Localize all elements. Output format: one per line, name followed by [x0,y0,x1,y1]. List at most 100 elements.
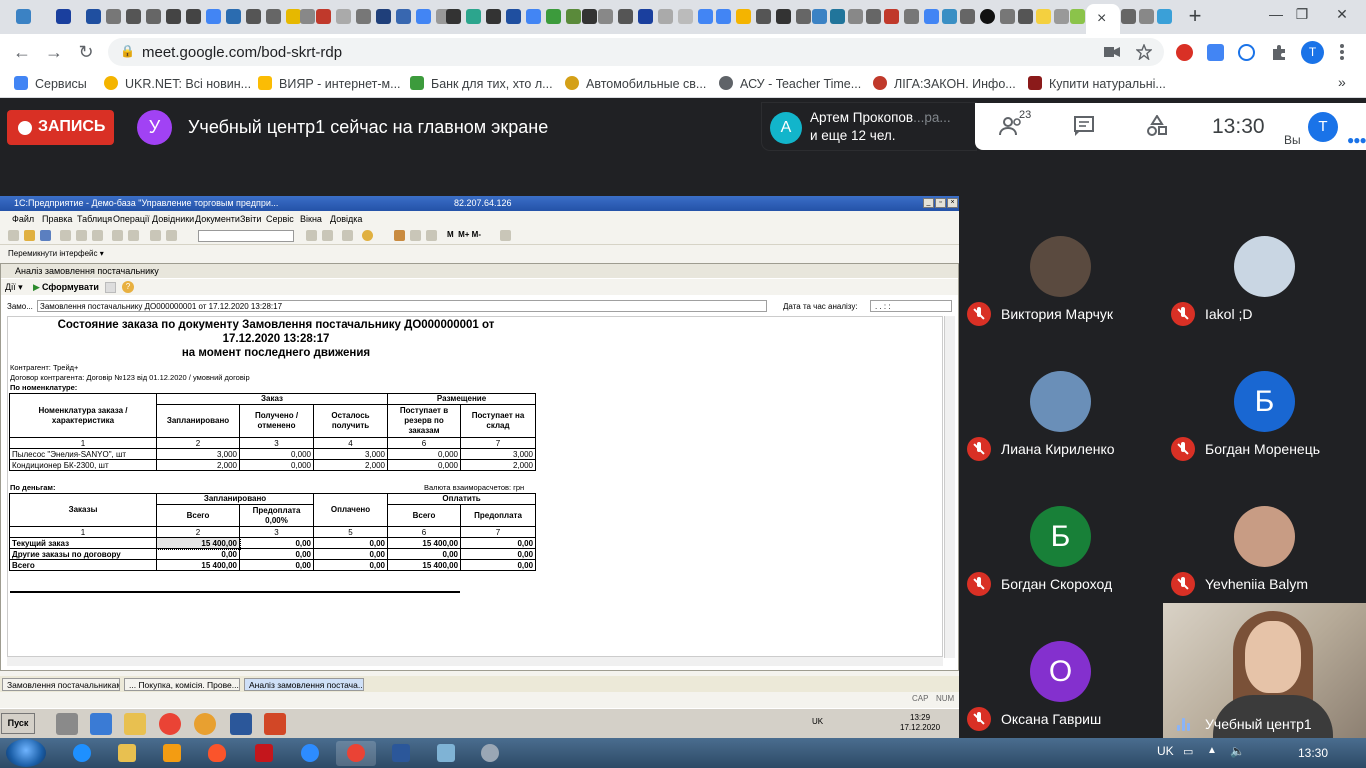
recording-button[interactable]: ЗАПИСЬ [7,110,114,145]
calculator-icon[interactable] [410,230,421,241]
report-spreadsheet[interactable]: Состояние заказа по документу Замовлення… [7,316,943,658]
self-camera-tile[interactable]: Учебный центр1 [1163,603,1366,738]
self-avatar[interactable]: T [1308,112,1338,142]
tab-favicon[interactable] [796,9,811,24]
bookmark-item[interactable]: Автомобильные св... [565,76,706,91]
tab-favicon[interactable] [884,9,899,24]
info-icon[interactable] [362,230,373,241]
taskbar-app[interactable] [426,741,466,766]
tab-favicon[interactable] [678,9,693,24]
tab-favicon[interactable] [830,9,845,24]
taskbar-app[interactable] [244,741,284,766]
menu-operations[interactable]: Операції [113,214,150,224]
active-tab[interactable]: × [1086,4,1120,34]
menu-reports[interactable]: Звіти [240,214,261,224]
camera-icon[interactable] [1104,45,1120,59]
tab-favicon[interactable] [106,9,121,24]
open-folder-icon[interactable] [24,230,35,241]
tab-favicon[interactable] [736,9,751,24]
opera-extension-icon[interactable] [1176,44,1193,61]
menu-file[interactable]: Файл [12,214,34,224]
tab-favicon[interactable] [506,9,521,24]
tab-favicon[interactable] [716,9,731,24]
tab-favicon[interactable] [598,9,613,24]
bookmark-item[interactable]: Купити натуральні... [1028,76,1166,91]
undo-icon[interactable] [150,230,161,241]
menu-directories[interactable]: Довідники [152,214,194,224]
tab-favicon[interactable] [756,9,771,24]
volume-icon[interactable]: 🔈 [1230,744,1245,758]
find-icon[interactable] [306,230,317,241]
bookmark-star-icon[interactable] [1136,44,1152,60]
tab-favicon[interactable] [266,9,281,24]
memory-buttons[interactable]: M M+ M- [447,230,481,239]
participant-tile[interactable]: Б Богдан Скороход [959,466,1162,601]
tab-favicon[interactable] [1070,9,1085,24]
tab-favicon[interactable] [246,9,261,24]
tab-favicon[interactable] [166,9,181,24]
settings-icon[interactable] [500,230,511,241]
tab-favicon[interactable] [546,9,561,24]
bookmarks-more-button[interactable]: » [1338,74,1346,90]
tab-favicon[interactable] [942,9,957,24]
window-tab-orders[interactable]: Замовлення постачальникам [2,678,120,691]
redo-icon[interactable] [166,230,177,241]
paper-plane-icon[interactable] [90,713,112,735]
tab-favicon[interactable] [960,9,975,24]
taskbar-app[interactable] [152,741,192,766]
windows-start-button[interactable] [6,739,46,767]
url-text[interactable]: meet.google.com/bod-skrt-rdp [142,44,342,61]
1c-icon[interactable] [194,713,216,735]
windows-icon[interactable] [342,230,353,241]
tab-favicon[interactable] [126,9,141,24]
tab-favicon[interactable] [566,9,581,24]
tab-favicon[interactable] [582,9,597,24]
tray-arrow-icon[interactable]: ▲ [1207,745,1217,756]
tab-favicon[interactable] [924,9,939,24]
participants-button[interactable]: 23 [999,109,1031,139]
taskbar-app[interactable] [381,741,421,766]
keyboard-icon[interactable]: ▭ [1183,745,1193,758]
copy-icon[interactable] [76,230,87,241]
tab-favicon[interactable] [1036,9,1051,24]
tab-favicon[interactable] [1054,9,1069,24]
participant-tile[interactable]: Лиана Кириленко [959,331,1162,466]
restore-window-button[interactable]: ❐ [1284,0,1320,30]
bookmark-item[interactable]: Сервисы [14,76,87,91]
tab-favicon[interactable] [186,9,201,24]
tab-favicon[interactable] [776,9,791,24]
tab-favicon[interactable] [1157,9,1172,24]
tab-favicon[interactable] [904,9,919,24]
bookmark-item[interactable]: ВИЯР - интернет-м... [258,76,401,91]
profile-avatar[interactable]: T [1301,41,1324,64]
translate-extension-icon[interactable] [1207,44,1224,61]
generate-button[interactable]: Сформувати [42,282,99,292]
folder-icon[interactable] [124,713,146,735]
tab-favicon[interactable] [16,9,31,24]
menu-table[interactable]: Таблиця [77,214,112,224]
report-horizontal-scrollbar[interactable] [7,656,943,666]
preview-icon[interactable] [128,230,139,241]
taskbar-app-active[interactable] [336,741,376,766]
calendar-icon[interactable] [394,230,405,241]
window-tab-analysis[interactable]: Аналіз замовлення постача... [244,678,364,691]
tab-favicon[interactable] [1121,9,1136,24]
tab-favicon[interactable] [1018,9,1033,24]
tab-favicon[interactable] [226,9,241,24]
1c-maximize-button[interactable]: ▫ [935,198,946,208]
tab-favicon[interactable] [336,9,351,24]
close-tab-icon[interactable]: × [1097,10,1106,28]
tab-favicon[interactable] [286,9,301,24]
tab-favicon[interactable] [638,9,653,24]
tab-favicon[interactable] [56,9,71,24]
actions-menu[interactable]: Дії ▾ [5,282,23,293]
tab-favicon[interactable] [1000,9,1015,24]
menu-documents[interactable]: Документи [195,214,240,224]
tab-favicon[interactable] [376,9,391,24]
keyboard-language[interactable]: UK [1157,744,1174,758]
selected-cell[interactable]: 15 400,00 [155,536,241,550]
forward-button[interactable]: → [42,40,66,64]
bookmark-item[interactable]: АСУ - Teacher Time... [719,76,861,91]
participant-tile[interactable]: Виктория Марчук [959,196,1162,331]
taskbar-app[interactable] [197,741,237,766]
